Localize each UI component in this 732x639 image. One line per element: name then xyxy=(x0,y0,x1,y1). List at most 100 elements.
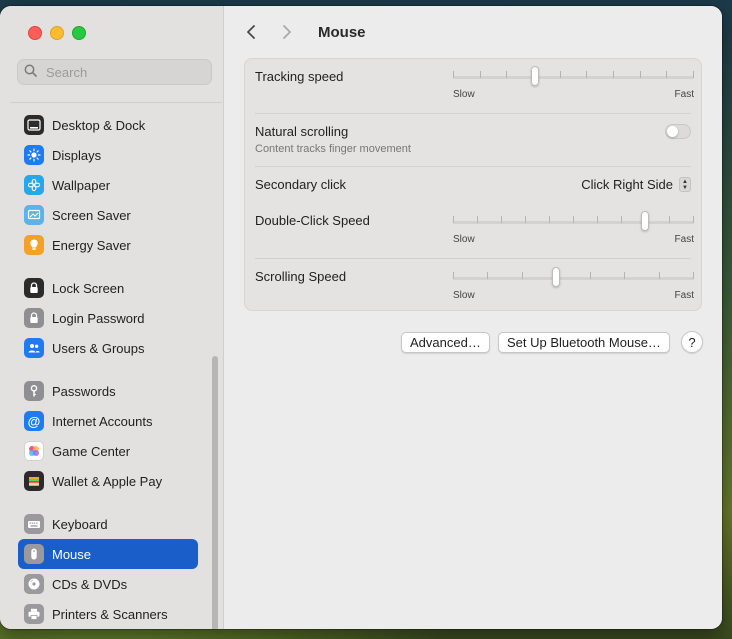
search-icon xyxy=(24,64,44,80)
sidebar-item-label: CDs & DVDs xyxy=(52,576,128,592)
slider-tick xyxy=(640,71,641,78)
at-icon: @ xyxy=(24,411,44,431)
sidebar-item-wallpaper[interactable]: Wallpaper xyxy=(18,170,198,200)
help-button[interactable]: ? xyxy=(681,331,703,353)
slider-knob[interactable] xyxy=(531,66,539,86)
printer-icon xyxy=(24,604,44,624)
slider-tick xyxy=(480,71,481,78)
slider-tick xyxy=(693,71,694,78)
forward-button[interactable] xyxy=(278,22,296,42)
slider-min-label: Slow xyxy=(453,89,475,100)
slider-tick xyxy=(501,216,502,223)
natural-scrolling-description: Content tracks finger movement xyxy=(255,143,411,155)
screensaver-icon xyxy=(24,205,44,225)
back-button[interactable] xyxy=(242,22,260,42)
double-click-speed-slider[interactable]: Slow Fast xyxy=(453,211,694,245)
sidebar-item-wallet-apple-pay[interactable]: Wallet & Apple Pay xyxy=(18,466,198,496)
sidebar-item-screen-saver[interactable]: Screen Saver xyxy=(18,200,198,230)
slider-max-label: Fast xyxy=(674,290,694,301)
sidebar-item-label: Desktop & Dock xyxy=(52,117,146,133)
updown-chevron-icon: ▲ ▼ xyxy=(679,177,691,192)
sidebar-item-lock-screen[interactable]: Lock Screen xyxy=(18,273,198,303)
slider-tick xyxy=(659,272,660,279)
sidebar-item-login-password[interactable]: Login Password xyxy=(18,303,198,333)
double-click-speed-row: Double-Click Speed Slow Fast xyxy=(245,203,701,258)
secondary-click-popup[interactable]: Click Right Side ▲ ▼ xyxy=(581,177,691,192)
slider-knob[interactable] xyxy=(552,267,560,287)
advanced-button[interactable]: Advanced… xyxy=(401,332,490,353)
disc-icon xyxy=(24,574,44,594)
slider-tick xyxy=(693,216,694,223)
sidebar-item-label: Lock Screen xyxy=(52,280,125,296)
sidebar-item-printers-scanners[interactable]: Printers & Scanners xyxy=(18,599,198,629)
slider-track xyxy=(453,277,694,280)
slider-min-label: Slow xyxy=(453,234,475,245)
sidebar-item-game-center[interactable]: Game Center xyxy=(18,436,198,466)
gamecenter-icon xyxy=(24,441,44,461)
keyboard-icon xyxy=(24,514,44,534)
slider-tick xyxy=(549,216,550,223)
sidebar-item-label: Game Center xyxy=(52,443,131,459)
settings-window: Desktop & Dock Displays Wallpaper Screen… xyxy=(0,6,722,629)
dock-icon xyxy=(24,115,44,135)
natural-scrolling-toggle[interactable] xyxy=(665,124,691,139)
sidebar-item-cds-dvds[interactable]: CDs & DVDs xyxy=(18,569,198,599)
slider-tick xyxy=(586,71,587,78)
minimize-button[interactable] xyxy=(50,26,64,40)
sidebar-item-label: Screen Saver xyxy=(52,207,131,223)
sidebar-item-internet-accounts[interactable]: @ Internet Accounts xyxy=(18,406,198,436)
slider-max-label: Fast xyxy=(674,234,694,245)
sidebar-item-mouse[interactable]: Mouse xyxy=(18,539,198,569)
sidebar-item-label: Wallpaper xyxy=(52,177,111,193)
sidebar-item-passwords[interactable]: Passwords xyxy=(18,376,198,406)
slider-knob[interactable] xyxy=(641,211,649,231)
sidebar-item-displays[interactable]: Displays xyxy=(18,140,198,170)
key-icon xyxy=(24,381,44,401)
natural-scrolling-label: Natural scrolling xyxy=(255,124,349,139)
secondary-click-row: Secondary click Click Right Side ▲ ▼ xyxy=(245,167,701,203)
sidebar-item-label: Printers & Scanners xyxy=(52,606,168,622)
slider-tick xyxy=(560,71,561,78)
scrolling-speed-row: Scrolling Speed Slow Fast xyxy=(245,259,701,311)
secondary-click-label: Secondary click xyxy=(255,177,347,192)
toggle-knob xyxy=(667,126,678,137)
mouse-icon xyxy=(24,544,44,564)
slider-tick xyxy=(613,71,614,78)
slider-tick xyxy=(624,272,625,279)
slider-tick xyxy=(453,216,454,223)
search-input[interactable] xyxy=(44,64,196,80)
bulb-icon xyxy=(24,235,44,255)
slider-tick xyxy=(590,272,591,279)
sidebar-item-label: Displays xyxy=(52,147,102,163)
sidebar-item-desktop-dock[interactable]: Desktop & Dock xyxy=(18,110,198,140)
content-pane: Mouse Tracking speed Slow Fast Natural s… xyxy=(224,6,722,629)
flower-icon xyxy=(24,175,44,195)
zoom-button[interactable] xyxy=(72,26,86,40)
sidebar-item-label: Login Password xyxy=(52,310,145,326)
slider-max-label: Fast xyxy=(674,89,694,100)
close-button[interactable] xyxy=(28,26,42,40)
slider-tick xyxy=(487,272,488,279)
slider-tick xyxy=(669,216,670,223)
slider-tick xyxy=(522,272,523,279)
toolbar: Mouse xyxy=(242,22,366,42)
sidebar-item-users-groups[interactable]: Users & Groups xyxy=(18,333,198,363)
sidebar-scrollbar[interactable] xyxy=(212,356,218,629)
sidebar-item-energy-saver[interactable]: Energy Saver xyxy=(18,230,198,260)
scrolling-speed-slider[interactable]: Slow Fast xyxy=(453,267,694,301)
tracking-speed-slider[interactable]: Slow Fast xyxy=(453,66,694,100)
slider-track xyxy=(453,76,694,79)
chevron-right-icon xyxy=(283,25,291,39)
search-field[interactable] xyxy=(17,59,212,85)
users-icon xyxy=(24,338,44,358)
chevron-left-icon xyxy=(247,25,255,39)
sidebar-item-label: Internet Accounts xyxy=(52,413,153,429)
setup-bluetooth-mouse-button[interactable]: Set Up Bluetooth Mouse… xyxy=(498,332,670,353)
window-controls xyxy=(28,26,86,40)
sidebar-item-label: Wallet & Apple Pay xyxy=(52,473,163,489)
slider-tick xyxy=(693,272,694,279)
sidebar-item-keyboard[interactable]: Keyboard xyxy=(18,509,198,539)
secondary-click-value: Click Right Side xyxy=(581,177,673,192)
slider-tick xyxy=(506,71,507,78)
sidebar-list: Desktop & Dock Displays Wallpaper Screen… xyxy=(0,103,210,629)
